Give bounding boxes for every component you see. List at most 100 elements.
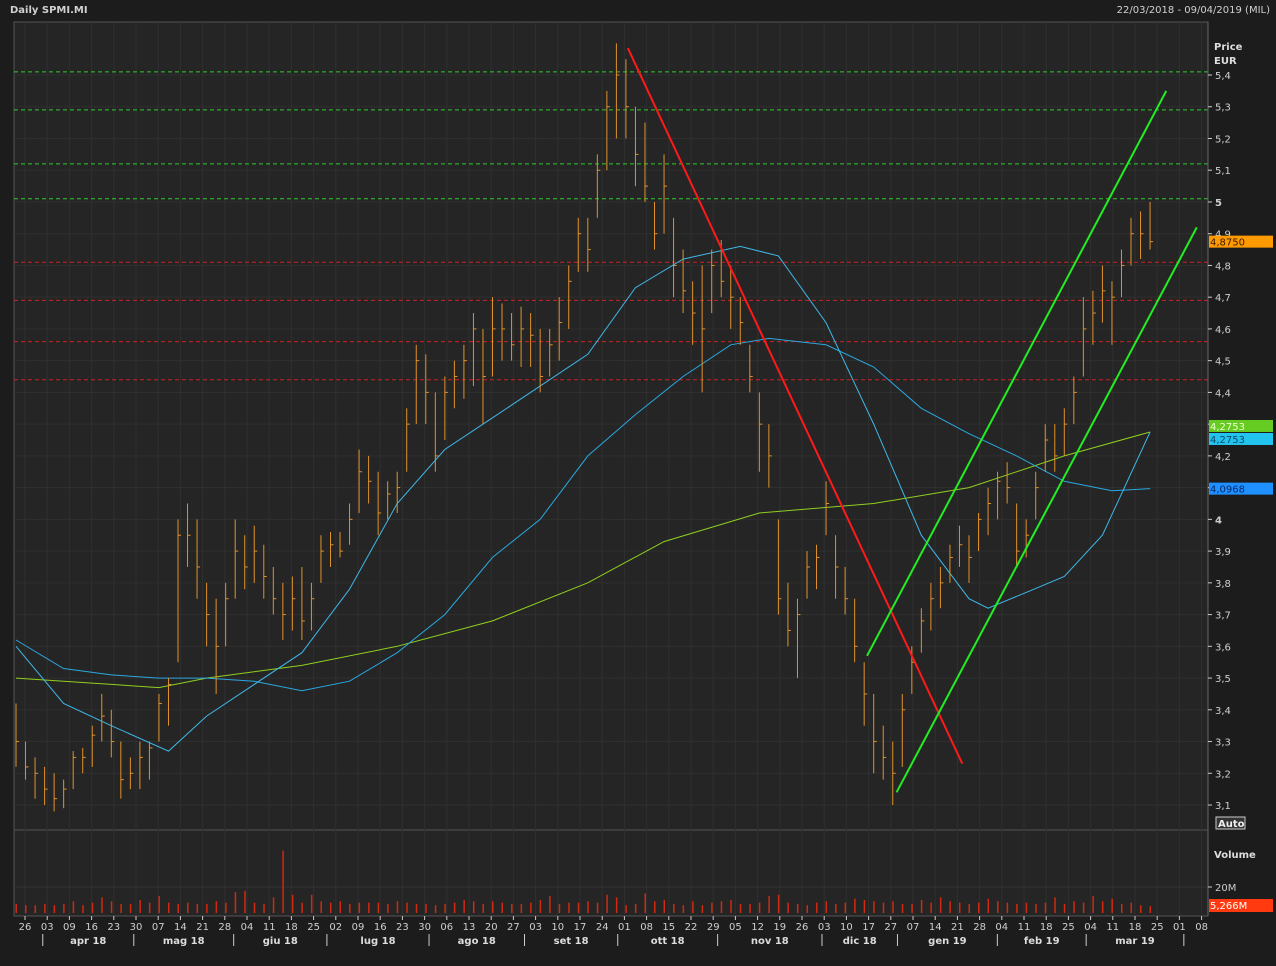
volume-bar [358,902,361,913]
volume-bar [148,902,151,913]
volume-bar [692,901,694,913]
volume-bar [644,893,646,913]
volume-bar [701,905,704,913]
price-pane [13,21,1209,831]
month-label: set 18 [554,936,589,947]
price-tick-label: 5,4 [1215,71,1231,82]
date-tick-label: 01 [1173,922,1186,933]
volume-bar [472,901,475,913]
chart-window: Daily SPMI.MI 22/03/2018 - 09/04/2019 (M… [0,0,1276,966]
date-tick-label: 30 [418,922,431,933]
price-tag-value: 4,2753 [1210,435,1245,446]
date-tick-label: 12 [751,922,764,933]
volume-bar [835,903,837,913]
volume-bar [1082,902,1085,913]
date-tick-label: 16 [85,922,98,933]
volume-bar [91,902,94,913]
price-tick-label: 3,6 [1215,642,1231,653]
volume-bar [549,896,551,913]
volume-bar [63,903,65,913]
date-tick-label: 04 [241,922,254,933]
date-tick-label: 25 [307,922,320,933]
auto-scale-button[interactable]: Auto [1215,816,1246,830]
date-tick-label: 08 [1195,922,1208,933]
date-tick-label: 23 [396,922,409,933]
volume-bar [349,903,351,913]
price-tick-label: 4 [1215,515,1222,526]
volume-bar [1120,903,1123,913]
volume-bar [25,905,27,913]
volume-tick-20m: 20M [1215,883,1236,894]
volume-pane [13,829,1209,917]
volume-bar [244,890,246,913]
volume-bar [53,905,56,913]
auto-button-label[interactable]: Auto [1218,819,1245,830]
date-tick-label: 22 [685,922,698,933]
date-tick-label: 24 [596,922,609,933]
date-tick-label: 11 [263,922,276,933]
volume-bar [949,901,951,913]
volume-bar [587,901,589,913]
price-chart[interactable]: 3,13,23,33,43,53,63,73,83,944,14,24,34,4… [0,0,1276,966]
volume-bar [768,896,770,913]
volume-bar [139,900,141,913]
date-tick-label: 17 [862,922,875,933]
volume-bar [939,897,942,913]
volume-bar [1016,903,1018,913]
date-tick-label: 10 [551,922,564,933]
volume-bar [101,897,103,913]
price-tick-label: 4,7 [1215,293,1231,304]
price-tag-value: 4,2753 [1210,422,1245,433]
volume-bar [968,903,970,913]
volume-bar [1035,903,1037,913]
volume-bar [1140,905,1142,913]
month-label: giu 18 [263,936,298,947]
volume-bar [796,903,799,913]
volume-bar [511,903,513,913]
volume-bar [1063,903,1066,913]
price-tick-label: 5,1 [1215,166,1231,177]
date-tick-label: 19 [773,922,786,933]
volume-bar [997,901,999,913]
volume-bar [520,903,523,913]
month-label: nov 18 [751,936,789,947]
price-tick-label: 3,4 [1215,706,1231,717]
month-label: apr 18 [70,936,106,947]
price-tick-label: 3,8 [1215,579,1231,590]
volume-bar [749,903,751,913]
volume-bar [82,905,84,913]
date-tick-label: 20 [485,922,498,933]
date-tick-label: 15 [662,922,675,933]
volume-bar [463,900,465,913]
volume-bar [1044,902,1047,913]
volume-bar [320,901,322,913]
date-tick-label: 18 [285,922,298,933]
volume-bar [1149,906,1152,913]
date-tick-label: 29 [707,922,720,933]
date-tick-label: 21 [951,922,964,933]
volume-bar [1054,897,1056,913]
volume-bar [1073,901,1075,913]
volume-bar [806,905,808,913]
date-tick-label: 14 [929,922,942,933]
price-axis-label: Price [1214,42,1243,53]
price-tick-label: 4,5 [1215,357,1231,368]
date-tick-label: 02 [329,922,342,933]
month-label: gen 19 [928,936,966,947]
date-tick-label: 23 [107,922,120,933]
date-tick-label: 05 [729,922,742,933]
volume-bar [282,850,284,913]
month-label: ott 18 [651,936,685,947]
date-tick-label: 03 [818,922,831,933]
date-axis: 26 03 09 16 23 30 07 14 21 28 04 11 18 25 02 09 16 23 30 06… [19,916,1208,947]
month-label: mar 19 [1115,936,1155,947]
last-volume-value: 5,266M [1210,901,1247,912]
volume-bar [663,900,666,913]
date-tick-label: 03 [529,922,542,933]
volume-bar [368,902,370,913]
month-label: ago 18 [458,936,496,947]
volume-bar [539,900,542,913]
date-tick-label: 07 [907,922,920,933]
volume-bar [606,894,608,913]
volume-bar [577,902,580,913]
